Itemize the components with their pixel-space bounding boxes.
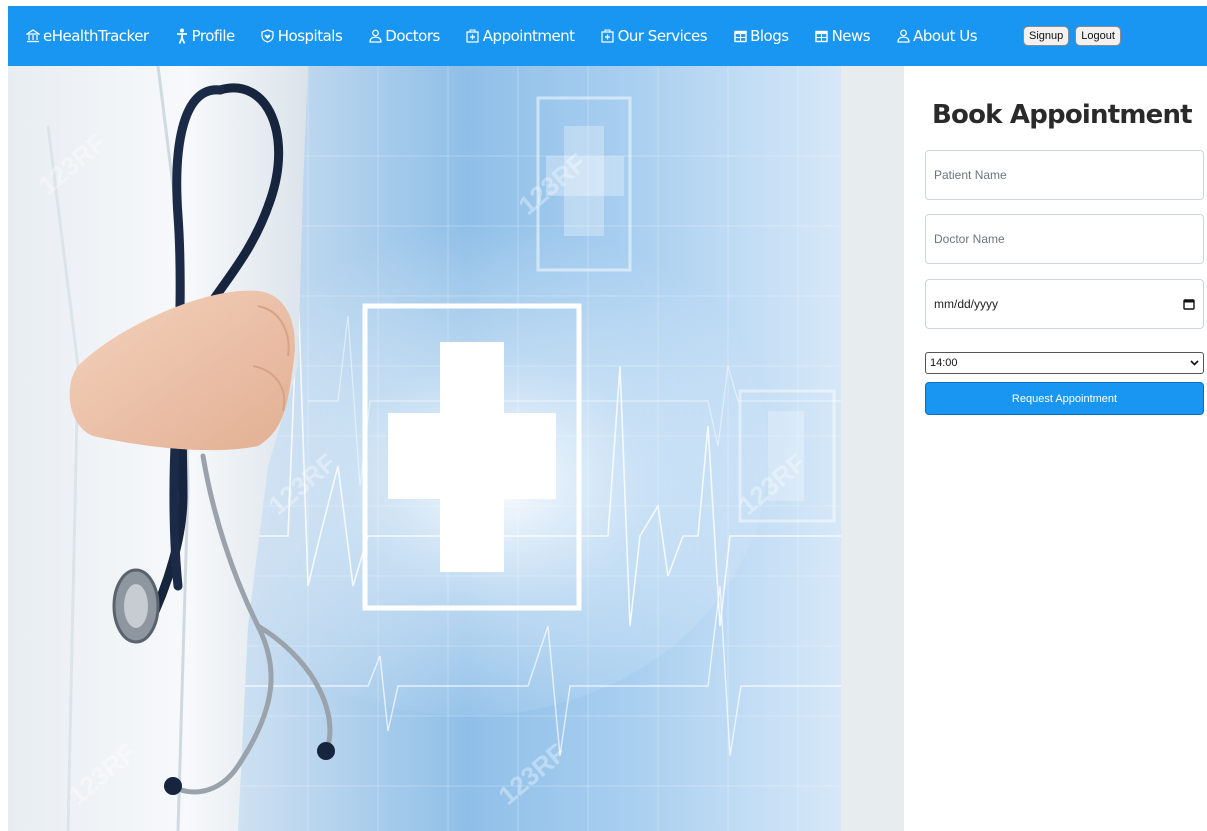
user-icon [368,28,382,44]
nav-label: Profile [191,27,236,45]
brand-label: eHealthTracker [43,27,149,45]
user-icon [896,28,910,44]
signup-button[interactable]: Signup [1023,26,1070,46]
nav-label: Appointment [482,27,575,45]
nav-item-appointment[interactable]: Appointment [466,27,575,45]
appointment-form: Book Appointment mm/dd/yyyy 14:00 Reques… [904,66,1207,831]
nav-label: News [831,27,871,45]
nav-label: Hospitals [277,27,343,45]
time-select[interactable]: 14:00 [925,352,1204,374]
nav-brand[interactable]: eHealthTracker [26,27,149,45]
side-strip [841,66,904,831]
form-title: Book Appointment [932,100,1193,130]
watermark-text: 123RF [493,737,572,810]
hero-image: 123RF 123RF 123RF 123RF 123RF 123RF [8,66,841,831]
logout-button[interactable]: Logout [1075,26,1121,46]
nav-item-news[interactable]: News [815,27,871,45]
person-icon [175,28,189,44]
request-appointment-button[interactable]: Request Appointment [925,382,1204,415]
layout-icon [815,28,829,44]
shield-heart-icon [261,28,275,44]
nav-item-blogs[interactable]: Blogs [733,27,789,45]
chevron-down-icon [1190,357,1199,369]
nav-item-our-services[interactable]: Our Services [601,27,708,45]
nav-item-hospitals[interactable]: Hospitals [261,27,343,45]
time-select-value: 14:00 [930,357,958,369]
bank-icon [26,28,40,44]
nav-item-doctors[interactable]: Doctors [368,27,440,45]
date-placeholder: mm/dd/yyyy [934,297,999,311]
patient-name-input[interactable] [925,150,1204,200]
date-input[interactable]: mm/dd/yyyy [925,279,1204,329]
doctor-stethoscope-illustration: 123RF 123RF 123RF 123RF 123RF 123RF [8,66,841,831]
doctor-name-input[interactable] [925,214,1204,264]
nav-label: About Us [913,27,978,45]
nav-label: Our Services [617,27,708,45]
medical-box-icon [466,28,480,44]
medical-box-icon [601,28,615,44]
nav-label: Doctors [385,27,440,45]
nav-item-about-us[interactable]: About Us [896,27,978,45]
nav-label: Blogs [750,27,789,45]
layout-icon [733,28,747,44]
nav-item-profile[interactable]: Profile [175,27,235,45]
top-navbar: eHealthTracker Profile Hospitals Doctors… [8,6,1207,66]
calendar-icon[interactable] [1183,298,1195,310]
